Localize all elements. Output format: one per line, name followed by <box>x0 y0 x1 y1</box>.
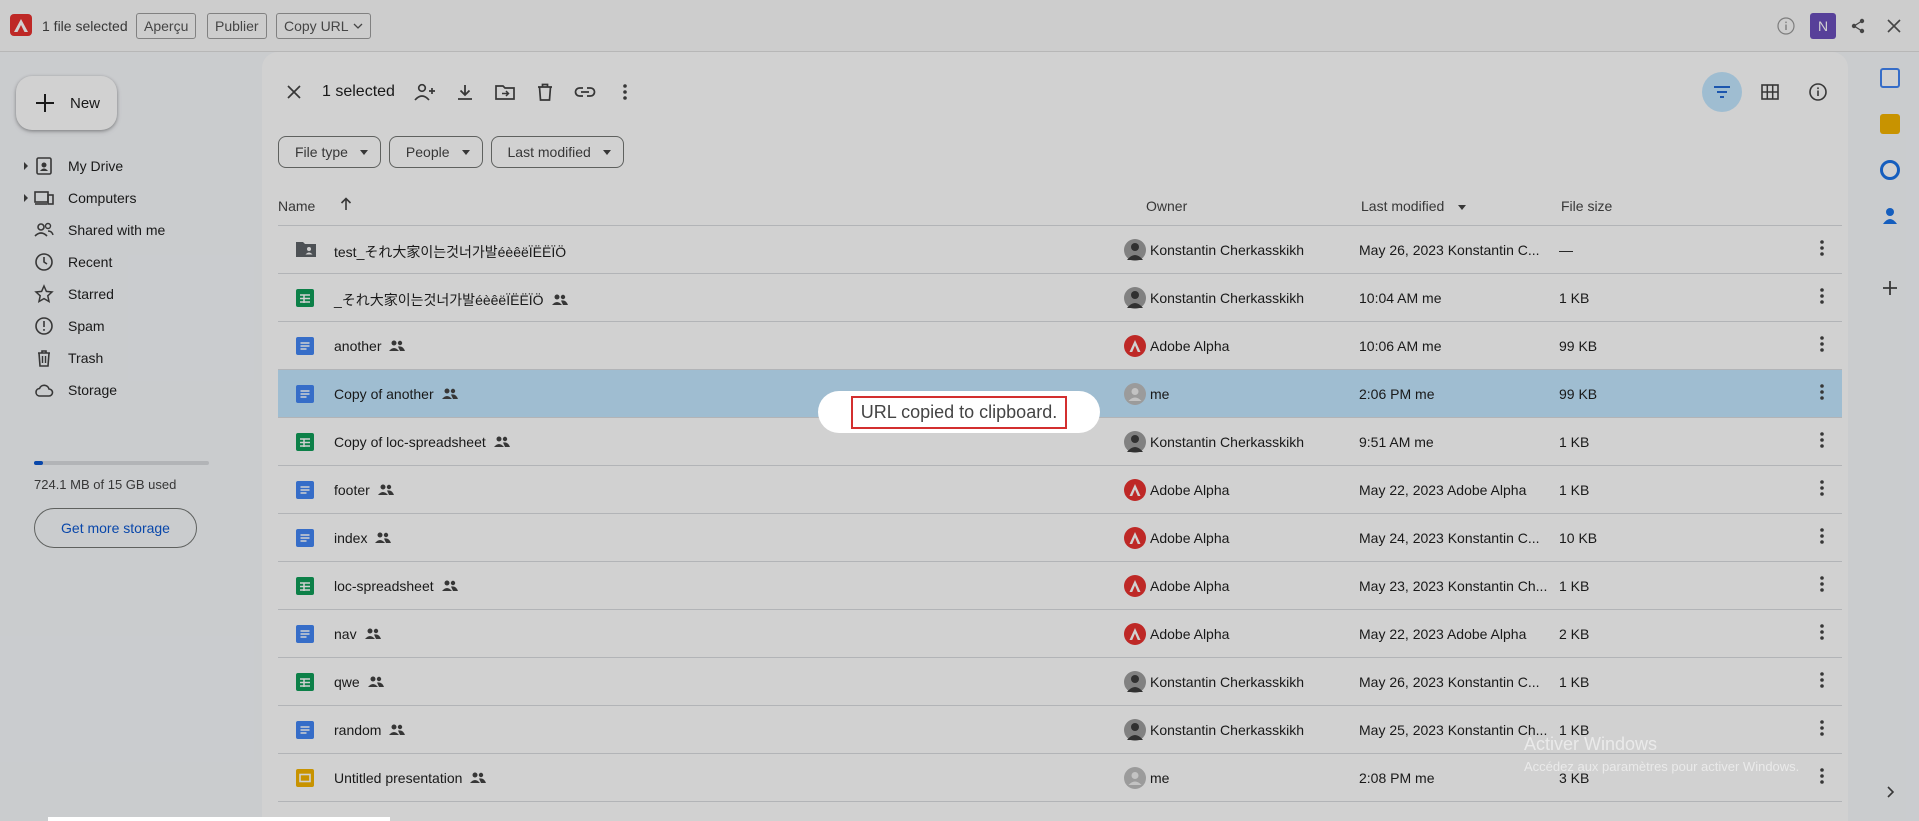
taskbar-strip <box>48 817 390 821</box>
toast-notification: URL copied to clipboard. <box>818 391 1100 433</box>
toast-message: URL copied to clipboard. <box>850 395 1068 429</box>
windows-activation-watermark: Activer Windows Accédez aux paramètres p… <box>1524 734 1800 774</box>
